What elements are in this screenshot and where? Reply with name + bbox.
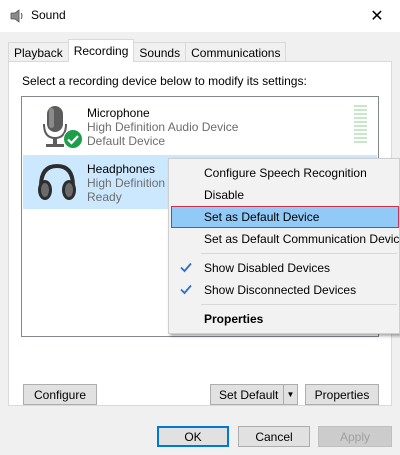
device-status: Ready (87, 190, 122, 204)
menu-item-disable[interactable]: Disable (171, 184, 399, 206)
speaker-icon (10, 9, 23, 23)
close-icon: ✕ (370, 8, 384, 25)
tab-sounds[interactable]: Sounds (133, 42, 187, 62)
set-default-button[interactable]: Set Default ▼ (210, 384, 298, 405)
menu-item-show-disabled[interactable]: Show Disabled Devices (171, 257, 399, 279)
apply-button[interactable]: Apply (318, 426, 392, 447)
set-default-label: Set Default (219, 387, 279, 402)
menu-separator (201, 253, 397, 254)
menu-item-configure-speech[interactable]: Configure Speech Recognition (171, 162, 399, 184)
device-name: Microphone (87, 106, 150, 120)
default-check-icon (63, 129, 83, 149)
title-bar: Sound ✕ (0, 0, 400, 32)
tab-recording[interactable]: Recording (67, 39, 135, 62)
dropdown-arrow-icon[interactable]: ▼ (283, 385, 297, 404)
menu-separator (201, 304, 397, 305)
tab-strip: Playback Recording Sounds Communications (8, 39, 287, 62)
checkmark-icon (180, 284, 192, 295)
device-name: Headphones (87, 162, 156, 176)
tab-playback[interactable]: Playback (8, 42, 69, 62)
menu-item-set-default-device[interactable]: Set as Default Device (171, 206, 399, 228)
list-item-microphone[interactable]: Microphone High Definition Audio Device … (23, 99, 377, 153)
properties-button[interactable]: Properties (305, 384, 379, 405)
device-status: Default Device (87, 134, 166, 148)
cancel-button[interactable]: Cancel (238, 426, 310, 447)
menu-item-properties[interactable]: Properties (171, 308, 399, 330)
context-menu: Configure Speech Recognition Disable Set… (168, 158, 400, 334)
ok-button[interactable]: OK (157, 426, 229, 447)
headphones-icon (38, 163, 76, 200)
instruction-text: Select a recording device below to modif… (22, 74, 307, 88)
tab-communications[interactable]: Communications (185, 42, 287, 62)
window-title: Sound (31, 8, 66, 22)
device-driver: High Definition Audio Device (87, 120, 239, 134)
menu-item-set-default-communication[interactable]: Set as Default Communication Device (171, 228, 400, 250)
menu-item-show-disconnected[interactable]: Show Disconnected Devices (171, 279, 399, 301)
checkmark-icon (180, 262, 192, 273)
close-button[interactable]: ✕ (354, 0, 400, 32)
level-meter (354, 105, 367, 145)
configure-button[interactable]: Configure (23, 384, 97, 405)
